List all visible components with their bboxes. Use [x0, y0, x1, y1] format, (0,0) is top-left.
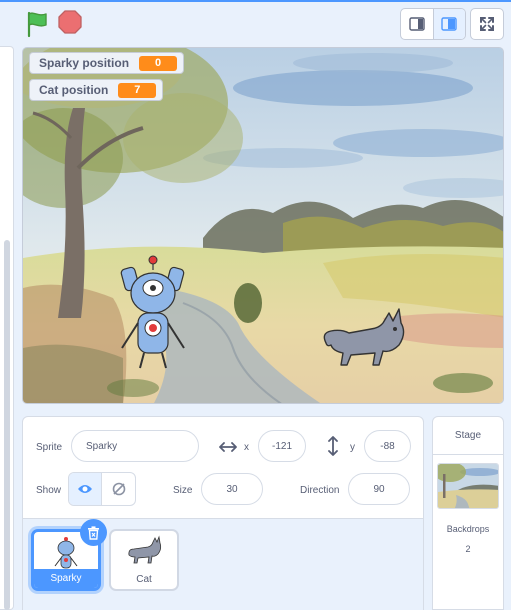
cat-thumbnail — [111, 535, 177, 571]
vertical-arrows-icon — [327, 436, 339, 461]
size-input[interactable]: 30 — [201, 473, 263, 505]
sprite-tile-cat[interactable]: Cat — [109, 529, 179, 591]
normal-stage-button[interactable] — [432, 9, 465, 39]
trash-icon — [88, 525, 99, 540]
eye-icon — [78, 485, 92, 493]
backdrops-label: Backdrops — [446, 524, 490, 534]
sprite-tile-name: Cat — [136, 574, 152, 585]
monitor-value: 7 — [118, 82, 157, 98]
visibility-toggle — [68, 472, 136, 506]
monitor-value: 0 — [139, 55, 178, 71]
y-position-input[interactable]: -88 — [364, 430, 411, 462]
show-label: Show — [36, 485, 62, 496]
stage-selector-title: Stage — [433, 417, 503, 455]
horizontal-arrows-icon — [219, 440, 237, 458]
stage-backdrop-thumbnail[interactable] — [437, 463, 499, 509]
hide-sprite-button[interactable] — [102, 473, 135, 505]
y-label: y — [350, 442, 355, 453]
small-stage-icon — [409, 17, 425, 31]
variable-monitor-sparky-position[interactable]: Sparky position 0 — [29, 52, 185, 74]
sprite-label: Sprite — [36, 442, 63, 453]
x-position-input[interactable]: -121 — [258, 430, 306, 462]
eye-hidden-icon — [112, 482, 125, 496]
delete-sprite-button[interactable] — [80, 519, 107, 546]
sprite-tile-name: Sparky — [34, 569, 98, 588]
show-sprite-button[interactable] — [69, 473, 103, 505]
fullscreen-button[interactable] — [470, 8, 504, 40]
variable-monitor-cat-position[interactable]: Cat position 7 — [29, 79, 164, 101]
stage-selector[interactable]: Stage Backdrops 2 — [432, 416, 504, 610]
size-label: Size — [173, 485, 193, 496]
sprite-name-input[interactable]: Sparky — [71, 430, 199, 462]
watercolor-landscape-backdrop — [23, 48, 503, 403]
stage-canvas[interactable]: Sparky position 0 Cat position 7 — [22, 47, 504, 404]
normal-stage-icon — [441, 17, 458, 31]
small-stage-button[interactable] — [401, 9, 433, 39]
sprite-info-panel: Sprite Sparky x -121 y -88 Show Size 30 … — [22, 416, 424, 610]
stop-icon[interactable] — [58, 10, 82, 34]
fullscreen-icon — [480, 17, 494, 31]
backdrops-count: 2 — [465, 544, 471, 554]
monitor-label: Cat position — [39, 83, 109, 97]
monitor-label: Sparky position — [39, 56, 130, 70]
sprite-properties: Sprite Sparky x -121 y -88 Show Size 30 … — [23, 417, 423, 517]
direction-label: Direction — [300, 485, 340, 496]
green-flag-icon[interactable] — [24, 10, 52, 38]
code-area-scrollbar[interactable] — [4, 240, 10, 610]
top-accent-line — [0, 0, 511, 2]
x-label: x — [244, 442, 249, 453]
direction-input[interactable]: 90 — [348, 473, 410, 505]
stage-size-toggle — [400, 8, 466, 40]
